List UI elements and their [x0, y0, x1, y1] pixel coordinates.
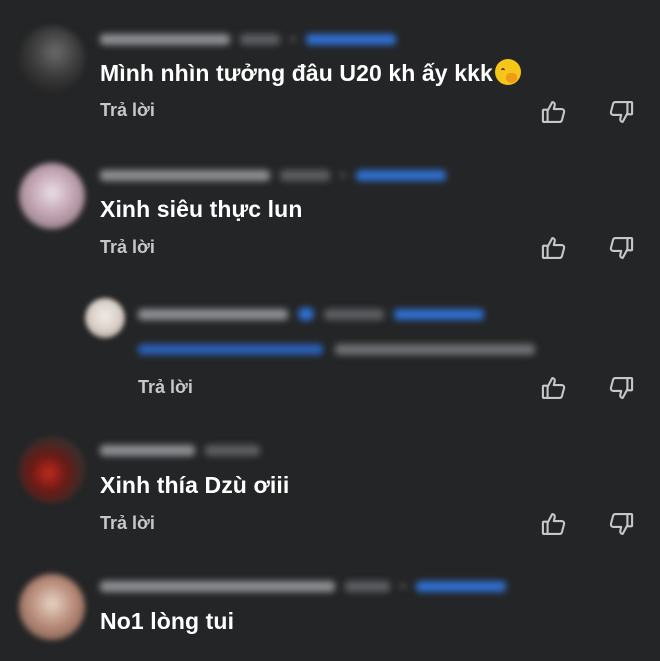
comment-meta-blurred — [100, 32, 406, 46]
comment-meta-blurred — [100, 168, 456, 182]
avatar[interactable] — [19, 574, 85, 640]
comment-text: Xinh siêu thực lun — [100, 196, 303, 222]
comment-text: No1 lòng tui — [100, 608, 235, 634]
comment-thread: Mình nhìn tưởng đâu U20 kh ấy kkk Trả lờ… — [0, 0, 660, 661]
avatar[interactable] — [85, 298, 125, 338]
reply-text-blurred — [138, 342, 547, 356]
avatar[interactable] — [19, 26, 85, 92]
reply-button[interactable]: Trả lời — [100, 513, 155, 534]
comment-meta-blurred — [100, 579, 516, 593]
hand-over-mouth-emoji-icon — [494, 59, 521, 85]
reply-button[interactable]: Trả lời — [100, 237, 155, 258]
thumbs-up-icon[interactable] — [540, 98, 568, 126]
avatar[interactable] — [19, 437, 85, 503]
comment-meta-blurred — [100, 443, 270, 457]
thumbs-up-icon[interactable] — [540, 374, 568, 402]
thumbs-down-icon[interactable] — [607, 98, 635, 126]
reply-button[interactable]: Trả lời — [138, 377, 193, 398]
comment-text: Xinh thía Dzù ơiii — [100, 472, 290, 498]
thumbs-down-icon[interactable] — [607, 374, 635, 402]
thumbs-down-icon[interactable] — [607, 234, 635, 262]
comment-text: Mình nhìn tưởng đâu U20 kh ấy kkk — [100, 59, 521, 87]
reply-meta-blurred — [138, 307, 494, 321]
thumbs-up-icon[interactable] — [540, 234, 568, 262]
thumbs-up-icon[interactable] — [540, 510, 568, 538]
avatar[interactable] — [19, 163, 85, 229]
reply-button[interactable]: Trả lời — [100, 100, 155, 121]
thumbs-down-icon[interactable] — [607, 510, 635, 538]
